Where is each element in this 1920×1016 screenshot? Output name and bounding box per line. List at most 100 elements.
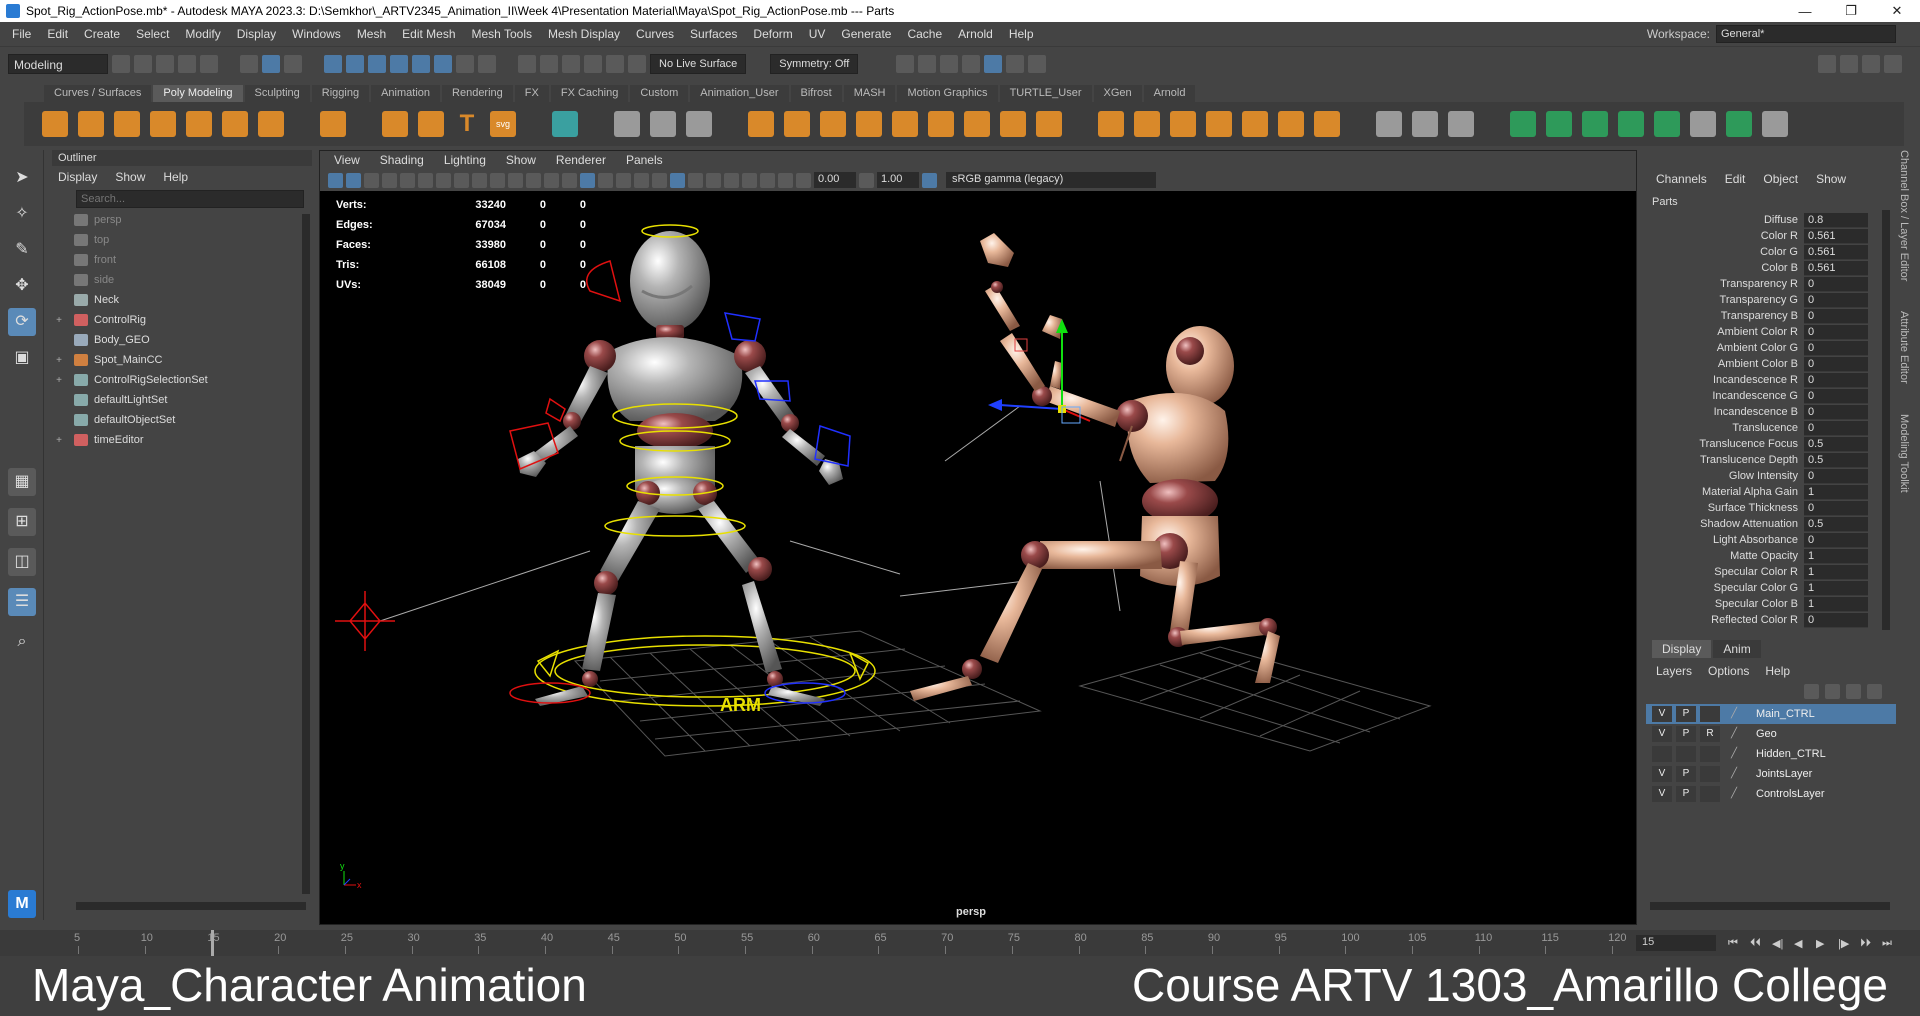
pick-misc-icon[interactable] (478, 54, 496, 73)
channel-attribute-row[interactable]: Color G 0.561 (1646, 244, 1890, 260)
close-button[interactable]: ✕ (1874, 3, 1920, 19)
display-layer-row[interactable]: V P ╱ ControlsLayer (1646, 784, 1896, 804)
shelf-tab-custom[interactable]: Custom (630, 85, 689, 102)
uv-unfold-icon[interactable] (1654, 111, 1680, 137)
playback-button[interactable]: ◀ (1794, 937, 1806, 950)
channel-attribute-value[interactable]: 0.561 (1804, 244, 1868, 260)
channel-attribute-row[interactable]: Specular Color R1 (1646, 564, 1890, 580)
layer-display-type-toggle[interactable] (1700, 766, 1720, 782)
shelf-tab-rendering[interactable]: Rendering (442, 85, 513, 102)
append-polygon-icon[interactable] (1170, 111, 1196, 137)
menu-create[interactable]: Create (76, 27, 128, 41)
channel-attribute-name[interactable]: Color G (1646, 246, 1804, 258)
boolean-union-icon[interactable] (964, 111, 990, 137)
channel-attribute-name[interactable]: Specular Color R (1646, 566, 1804, 578)
select-component-icon[interactable] (284, 54, 302, 73)
snap-vertex-icon[interactable] (628, 54, 646, 73)
layer-name[interactable]: Hidden_CTRL (1756, 748, 1826, 760)
shelf-tab-rigging[interactable]: Rigging (311, 85, 370, 102)
channel-attribute-name[interactable]: Color R (1646, 230, 1804, 242)
scale-tool-icon[interactable]: ▣ (8, 344, 36, 372)
film-gate-icon[interactable] (454, 172, 469, 188)
menu-deform[interactable]: Deform (745, 27, 800, 41)
transform-manipulator[interactable] (988, 319, 1091, 424)
outliner-menu-help[interactable]: Help (163, 170, 188, 184)
channel-box-scrollbar[interactable] (1882, 210, 1890, 630)
new-layer-icon[interactable] (1846, 684, 1861, 699)
channel-attribute-value[interactable]: 0 (1804, 308, 1868, 324)
layer-playback-toggle[interactable]: P (1676, 706, 1696, 722)
poly-primitive-grid-icon[interactable] (552, 111, 578, 137)
channel-attribute-name[interactable]: Surface Thickness (1646, 502, 1804, 514)
channel-attribute-value[interactable]: 0.5 (1804, 452, 1868, 468)
layer-menu-help[interactable]: Help (1765, 664, 1790, 678)
playback-button[interactable]: ⏮ (1728, 937, 1740, 949)
two-view-layout-icon[interactable]: ◫ (8, 548, 36, 576)
channel-attribute-name[interactable]: Translucence (1646, 422, 1804, 434)
layer-playback-toggle[interactable]: P (1676, 766, 1696, 782)
workspace-dropdown[interactable]: General* (1716, 25, 1896, 43)
quad-draw-icon[interactable] (1448, 111, 1474, 137)
pick-curve-icon[interactable] (368, 54, 386, 73)
outliner-item[interactable]: persp (52, 210, 312, 230)
layer-name[interactable]: JointsLayer (1756, 768, 1812, 780)
channel-attribute-row[interactable]: Shadow Attenuation 0.5 (1646, 516, 1890, 532)
channel-attribute-name[interactable]: Specular Color B (1646, 598, 1804, 610)
channel-attribute-name[interactable]: Shadow Attenuation (1646, 518, 1804, 530)
channel-attribute-value[interactable]: 0.561 (1804, 260, 1868, 276)
current-time-indicator[interactable] (211, 930, 215, 956)
uv-cylindrical-icon[interactable] (1546, 111, 1572, 137)
menu-windows[interactable]: Windows (284, 27, 349, 41)
menu-set-dropdown[interactable]: Modeling (8, 53, 108, 74)
channel-attribute-row[interactable]: Surface Thickness 0 (1646, 500, 1890, 516)
camera-near-field[interactable]: 0.00 (814, 172, 856, 188)
channel-attribute-row[interactable]: Translucence Focus 0.5 (1646, 436, 1890, 452)
move-layer-up-icon[interactable] (1804, 684, 1819, 699)
layer-color-swatch-icon[interactable]: ╱ (1724, 706, 1744, 722)
channel-menu-object[interactable]: Object (1763, 172, 1798, 186)
channel-attribute-value[interactable]: 0 (1804, 468, 1868, 484)
shelf-tab-fx-caching[interactable]: FX Caching (550, 85, 629, 102)
display-layer-row[interactable]: ╱ Hidden_CTRL (1646, 744, 1896, 764)
channel-attribute-name[interactable]: Diffuse (1646, 214, 1804, 226)
layer-visibility-toggle[interactable]: V (1652, 786, 1672, 802)
layer-visibility-toggle[interactable]: V (1652, 766, 1672, 782)
svg-icon[interactable]: svg (490, 111, 516, 137)
menu-cache[interactable]: Cache (899, 27, 950, 41)
weld-icon[interactable] (686, 111, 712, 137)
channel-attribute-row[interactable]: Color B 0.561 (1646, 260, 1890, 276)
merge-vertices-icon[interactable] (650, 111, 676, 137)
outliner-search-input[interactable] (76, 190, 304, 208)
field-chart-icon[interactable] (508, 172, 523, 188)
bookmark-icon[interactable] (364, 172, 379, 188)
peach-character[interactable] (910, 233, 1280, 701)
display-layer-row[interactable]: V P ╱ JointsLayer (1646, 764, 1896, 784)
channel-attribute-name[interactable]: Light Absorbance (1646, 534, 1804, 546)
symmetry-dropdown[interactable]: Symmetry: Off (770, 53, 859, 74)
playback-button[interactable]: ▶ (1816, 937, 1828, 950)
layer-display-type-toggle[interactable] (1700, 746, 1720, 762)
default-material-icon[interactable] (598, 172, 613, 188)
shelf-tab-bifrost[interactable]: Bifrost (790, 85, 842, 102)
menu-display[interactable]: Display (229, 27, 284, 41)
outliner-item[interactable]: side (52, 270, 312, 290)
layer-color-swatch-icon[interactable]: ╱ (1724, 726, 1744, 742)
channel-attribute-value[interactable]: 0 (1804, 500, 1868, 516)
outliner-horizontal-scrollbar[interactable] (76, 902, 306, 910)
channel-attribute-name[interactable]: Incandescence G (1646, 390, 1804, 402)
current-frame-field[interactable]: 15 (1636, 935, 1716, 951)
channel-attribute-name[interactable]: Transparency B (1646, 310, 1804, 322)
outliner-item[interactable]: + ControlRig (52, 310, 312, 330)
channel-attribute-value[interactable]: 1 (1804, 596, 1868, 612)
select-tool-icon[interactable]: ➤ (8, 164, 36, 192)
channel-attribute-value[interactable]: 0 (1804, 324, 1868, 340)
pick-dynamics-icon[interactable] (434, 54, 452, 73)
poly-text-icon[interactable]: T (454, 111, 480, 137)
expand-toggle[interactable]: + (52, 375, 66, 386)
extrude-icon[interactable] (1098, 111, 1124, 137)
grey-character[interactable] (518, 231, 843, 706)
resolution-gate-icon[interactable] (472, 172, 487, 188)
channel-attribute-row[interactable]: Light Absorbance 0 (1646, 532, 1890, 548)
grid-icon[interactable] (436, 172, 451, 188)
side-tab-attribute-editor[interactable]: Attribute Editor (1898, 311, 1910, 384)
